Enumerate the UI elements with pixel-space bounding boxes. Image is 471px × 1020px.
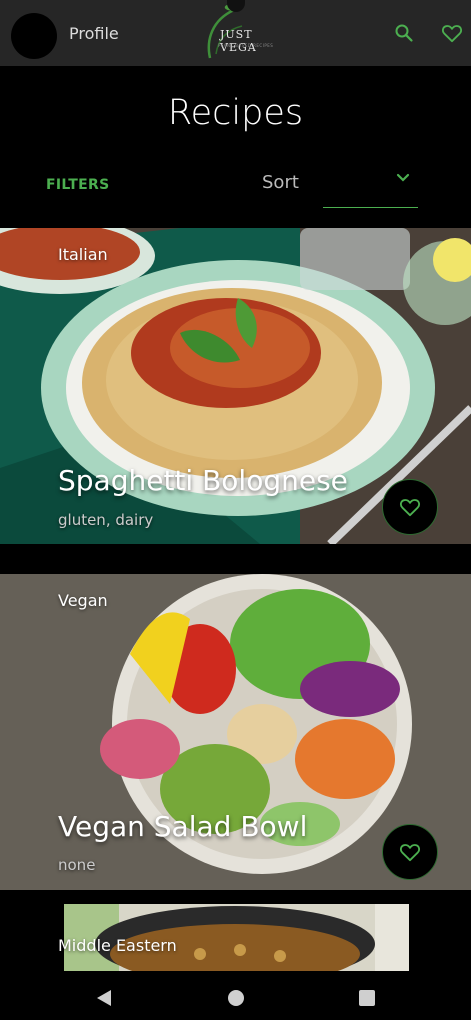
- system-nav-bar: [0, 976, 471, 1020]
- chevron-down-icon: [396, 173, 410, 182]
- heart-icon: [441, 25, 463, 43]
- recipe-cuisine: Vegan: [58, 591, 108, 610]
- recipe-cuisine: Italian: [58, 245, 108, 264]
- app-logo: JUST VEGA PLANT BASED RECIPES: [196, 0, 290, 62]
- recipe-title: Spaghetti Bolognese: [58, 464, 348, 497]
- avatar[interactable]: [11, 13, 57, 59]
- home-icon[interactable]: [227, 989, 245, 1007]
- sort-select[interactable]: [323, 165, 418, 208]
- recipe-allergens: none: [58, 856, 96, 874]
- logo-subtitle: PLANT BASED RECIPES: [218, 43, 274, 48]
- favorites-button[interactable]: [439, 20, 465, 46]
- recipe-allergens: gluten, dairy: [58, 511, 154, 529]
- page-title: Recipes: [167, 93, 304, 133]
- filters-button[interactable]: FILTERS: [46, 177, 109, 193]
- favorite-button[interactable]: [382, 479, 438, 535]
- profile-link[interactable]: Profile: [69, 24, 119, 43]
- recipe-card[interactable]: Middle Eastern: [0, 904, 471, 971]
- recipe-cuisine: Middle Eastern: [58, 936, 177, 955]
- search-icon: [395, 24, 413, 42]
- back-icon[interactable]: [95, 989, 113, 1007]
- logo-text: JUST VEGA: [220, 28, 257, 54]
- recipe-card[interactable]: Vegan Vegan Salad Bowl none: [0, 574, 471, 890]
- search-button[interactable]: [391, 20, 417, 46]
- heart-icon: [399, 844, 421, 862]
- app-header: Profile JUST VEGA PLANT BASED RECIPES: [0, 0, 471, 66]
- recipe-title: Vegan Salad Bowl: [58, 810, 308, 843]
- favorite-button[interactable]: [382, 824, 438, 880]
- sort-label: Sort: [262, 172, 299, 193]
- heart-icon: [399, 499, 421, 517]
- recents-icon[interactable]: [358, 989, 376, 1007]
- recipe-card[interactable]: Italian Spaghetti Bolognese gluten, dair…: [0, 228, 471, 544]
